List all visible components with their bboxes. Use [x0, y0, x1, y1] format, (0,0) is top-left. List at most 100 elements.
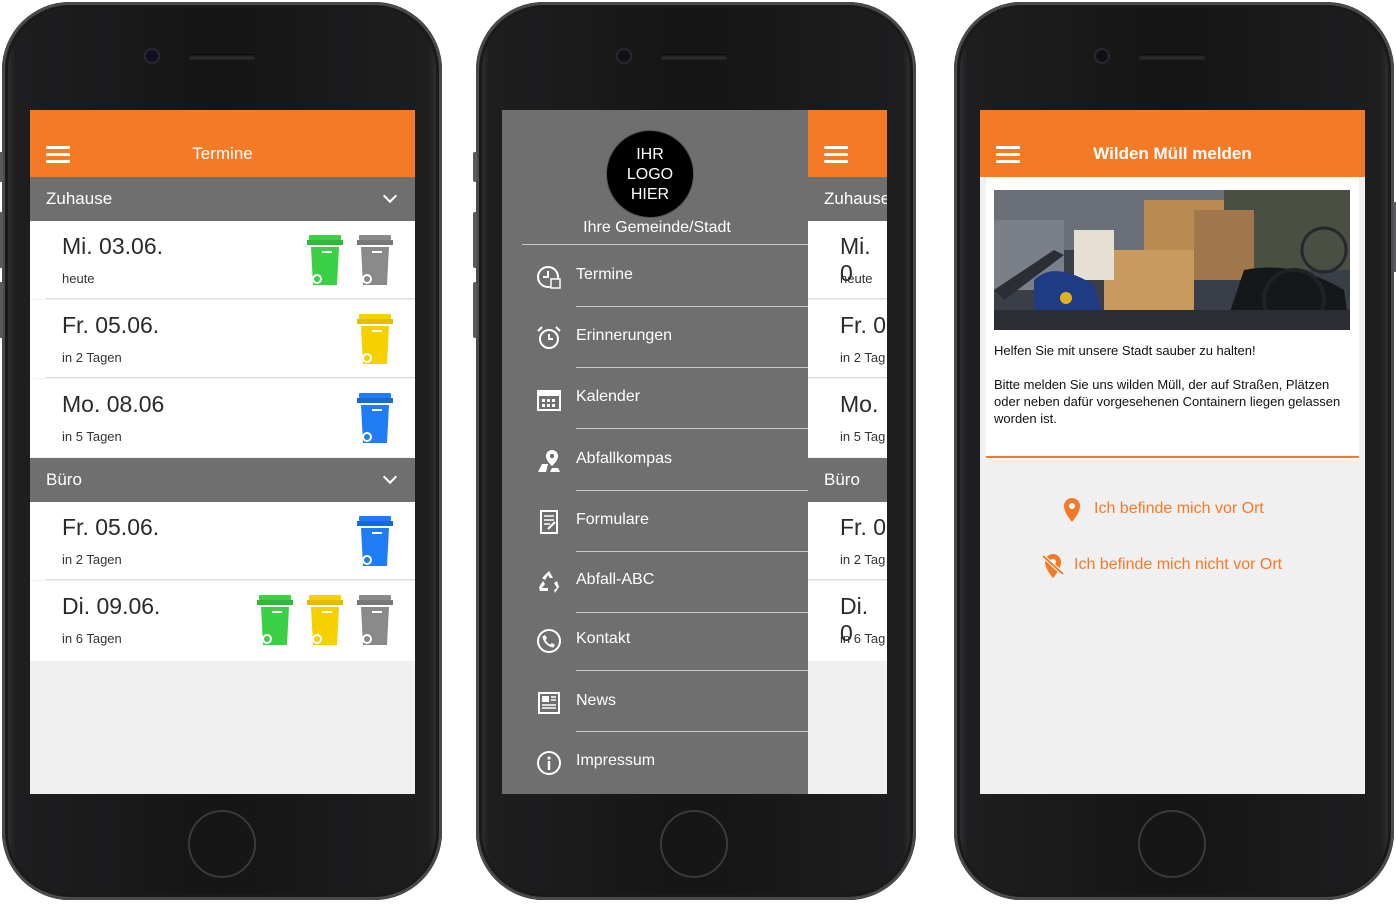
list-item[interactable]: Mi. 03.06. heute	[30, 221, 415, 299]
menu-item-label: Abfallkompas	[576, 450, 673, 467]
newspaper-icon	[538, 692, 560, 714]
body-text: Bitte melden Sie uns wilden Müll, der au…	[994, 377, 1341, 426]
camera	[146, 50, 158, 62]
speaker	[1138, 54, 1206, 60]
entry-date: Fr. 0	[840, 312, 887, 338]
entry-date: Di. 09.06.	[62, 593, 161, 619]
menu-item-label: Kalender	[576, 388, 641, 405]
entry-relative: in 5 Tag	[840, 429, 886, 444]
calendar-icon	[537, 390, 561, 411]
entry-date: Mo. 08.06	[62, 391, 165, 417]
gray-bin-icon	[357, 235, 393, 285]
yellow-bin-icon	[307, 595, 343, 645]
menu-item-kontakt[interactable]: Kontakt	[502, 610, 808, 670]
menu-item-label: Abfall-ABC	[576, 571, 655, 588]
menu-item-label: Termine	[576, 266, 633, 283]
entry-date: Fr. 0	[840, 514, 887, 540]
off-site-label: Ich befinde mich nicht vor Ort	[1074, 556, 1283, 573]
phone-frame-3: Wilden Müll melden Helfen Sie mit unsere…	[954, 2, 1396, 900]
group-label: Büro	[46, 470, 82, 489]
group-header-buero[interactable]: Büro	[30, 458, 415, 502]
navigation-drawer: IHR LOGO HIER Ihre Gemeinde/Stadt Termin…	[502, 110, 808, 794]
entry-relative: heute	[62, 271, 95, 286]
yellow-bin-icon	[357, 314, 393, 364]
app-header: Termine	[30, 110, 415, 177]
blue-bin-icon	[357, 393, 393, 443]
app-header: Wilden Müll melden	[980, 110, 1365, 177]
entry-date: Fr. 05.06.	[62, 312, 160, 338]
menu-screen: Zuhause Mi. 0 heute Fr. 0 in 2 Tag Mo. in 5…	[502, 110, 887, 794]
list-item[interactable]: Fr. 05.06. in 2 Tagen	[30, 502, 415, 580]
clock-calendar-icon	[537, 266, 561, 289]
entry-relative: in 5 Tagen	[62, 429, 122, 444]
page-title: Termine	[192, 144, 253, 163]
report-screen: Wilden Müll melden Helfen Sie mit unsere…	[980, 110, 1365, 794]
group-header-zuhause[interactable]: Zuhause	[30, 177, 415, 221]
intro-text: Helfen Sie mit unsere Stadt sauber zu ha…	[994, 343, 1256, 358]
menu-item-label: Kontakt	[576, 630, 631, 647]
list-item[interactable]: Mo. 08.06 in 5 Tagen	[30, 379, 415, 457]
home-button[interactable]	[1138, 810, 1206, 878]
phone-icon	[537, 629, 561, 653]
logo-placeholder: IHR LOGO HIER	[606, 130, 694, 218]
chevron-down-icon[interactable]	[382, 469, 398, 485]
page-title: Wilden Müll melden	[1093, 144, 1252, 163]
phone-frame-1: Termine Zuhause Mi. 03.06. heute Fr. 05.…	[0, 2, 442, 900]
menu-item-impressum[interactable]: Impressum	[502, 732, 808, 792]
menu-item-abfall-abc[interactable]: Abfall-ABC	[502, 551, 808, 611]
camera	[1096, 50, 1108, 62]
green-bin-icon	[257, 595, 293, 645]
form-icon	[540, 510, 558, 534]
entry-date: Mi. 03.06.	[62, 233, 163, 259]
menu-item-abfallkompas[interactable]: Abfallkompas	[502, 430, 808, 490]
recycle-icon	[539, 571, 559, 593]
blue-bin-icon	[357, 516, 393, 566]
list-item[interactable]: Fr. 05.06. in 2 Tagen	[30, 300, 415, 378]
entry-relative: in 2 Tagen	[62, 350, 122, 365]
group-label: Büro	[824, 470, 860, 489]
group-label: Zuhause	[46, 189, 113, 208]
logo-line: HIER	[630, 186, 670, 203]
menu-item-label: News	[576, 692, 617, 709]
illegal-dumping-photo	[994, 190, 1350, 330]
entry-relative: heute	[840, 271, 873, 286]
group-label: Zuhause	[824, 189, 887, 208]
gray-bin-icon	[357, 595, 393, 645]
menu-item-label: Formulare	[576, 511, 649, 528]
speaker	[660, 54, 728, 60]
alarm-clock-icon	[537, 326, 561, 349]
map-pin-icon	[538, 450, 560, 472]
entry-relative: in 2 Tag	[840, 552, 886, 567]
on-site-label: Ich befinde mich vor Ort	[1094, 500, 1264, 517]
entry-relative: in 2 Tagen	[62, 552, 122, 567]
green-bin-icon	[307, 235, 343, 285]
chevron-down-icon[interactable]	[382, 188, 398, 204]
menu-item-termine[interactable]: Termine	[502, 246, 808, 306]
municipality-name: Ihre Gemeinde/Stadt	[583, 219, 731, 236]
entry-date: Fr. 05.06.	[62, 514, 160, 540]
menu-item-erinnerungen[interactable]: Erinnerungen	[502, 307, 808, 367]
location-off-icon	[1042, 554, 1064, 578]
report-description: Helfen Sie mit unsere Stadt sauber zu ha…	[994, 342, 1354, 427]
home-button[interactable]	[660, 810, 728, 878]
hamburger-menu-icon[interactable]	[824, 146, 848, 164]
entry-relative: in 6 Tagen	[62, 631, 122, 646]
speaker	[188, 54, 256, 60]
divider	[986, 456, 1359, 458]
camera	[618, 50, 630, 62]
menu-item-label: Impressum	[576, 752, 656, 769]
home-button[interactable]	[188, 810, 256, 878]
info-icon	[537, 751, 561, 775]
menu-item-news[interactable]: News	[502, 672, 808, 732]
menu-item-kalender[interactable]: Kalender	[502, 368, 808, 428]
location-pin-icon	[1064, 498, 1080, 522]
list-item[interactable]: Di. 09.06. in 6 Tagen	[30, 581, 415, 661]
entry-date: Mo.	[840, 391, 879, 417]
logo-line: IHR	[636, 146, 664, 163]
logo-line: LOGO	[626, 166, 674, 183]
menu-item-label: Erinnerungen	[576, 327, 673, 344]
entry-relative: in 6 Tag	[840, 631, 886, 646]
entry-relative: in 2 Tag	[840, 350, 886, 365]
menu-item-formulare[interactable]: Formulare	[502, 491, 808, 551]
termine-screen: Termine Zuhause Mi. 03.06. heute Fr. 05.…	[30, 110, 415, 794]
